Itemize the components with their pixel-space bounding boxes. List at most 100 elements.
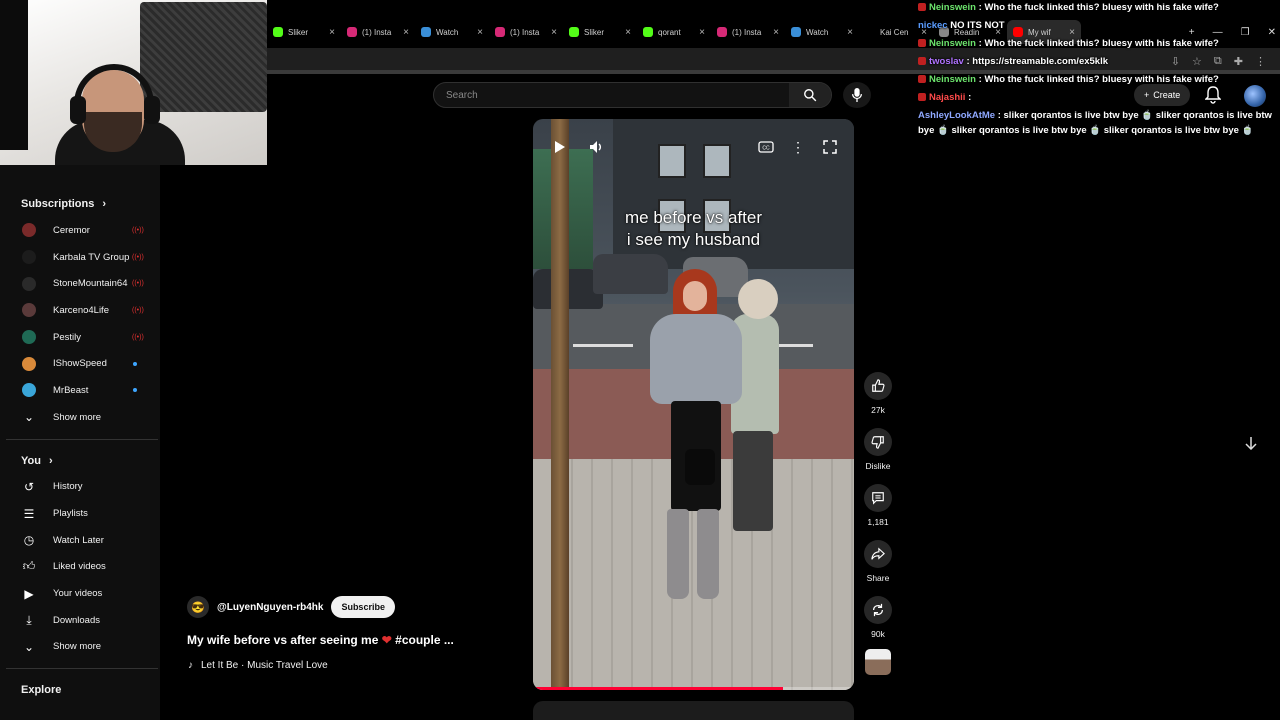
chat-username[interactable]: nickec [918,20,948,31]
chat-message: Najashii : [918,90,1280,105]
sidebar-item-history[interactable]: ↺ History [0,474,160,501]
voice-search-button[interactable] [843,82,871,108]
sidebar-subscription-item[interactable]: Pestily ((•)) [0,324,160,351]
close-tab-icon[interactable]: × [329,27,335,38]
subscribe-button[interactable]: Subscribe [331,596,395,618]
browser-tab-title: Watch [806,27,829,37]
sidebar-subscription-item[interactable]: MrBeast [0,377,160,404]
you-show-more[interactable]: ⌄ Show more [0,634,160,661]
chat-username[interactable]: Neinswein [929,2,976,13]
microphone-icon [851,88,863,102]
chat-username[interactable]: Neinswein [929,38,976,49]
sidebar-item-downloads[interactable]: ⤓ Downloads [0,607,160,634]
play-button[interactable] [547,135,571,159]
sidebar-subscription-item[interactable]: Karceno4Life ((•)) [0,297,160,324]
sidebar-item-label: Your videos [53,588,103,600]
sidebar: Subscriptions › Ceremor ((•)) Karbala TV G… [0,165,160,720]
captions-button[interactable]: CC [754,135,778,159]
sidebar-subscription-item[interactable]: Karbala TV Group ((•)) [0,244,160,271]
new-content-dot-icon [133,361,137,366]
sidebar-subscription-item[interactable]: Ceremor ((•)) [0,217,160,244]
channel-name[interactable]: @LuyenNguyen-rb4hk [217,602,323,613]
sidebar-item-playlists[interactable]: ☰ Playlists [0,500,160,527]
chat-username[interactable]: AshleyLookAtMe [918,110,995,121]
chat-badge-icon [918,57,926,65]
subscription-name: Karceno4Life [53,304,109,316]
volume-button[interactable] [585,135,609,159]
sidebar-item-label: Liked videos [53,561,106,573]
dislike-button[interactable] [864,428,892,456]
subscription-name: Pestily [53,331,81,343]
chat-username[interactable]: twoslav [929,56,964,67]
explore-header[interactable]: Explore [0,677,160,703]
instagram-icon [495,27,505,37]
browser-tab[interactable]: Sliker × [563,20,637,44]
browser-tab-title: (1) Insta [362,27,392,37]
browser-tab[interactable]: (1) Insta × [489,20,563,44]
caption-line-1: me before vs after [624,208,762,227]
chevron-down-icon: ⌄ [23,639,35,654]
search-input[interactable] [434,89,789,101]
chevron-right-icon: › [48,454,53,467]
you-header[interactable]: You › [0,448,160,474]
svg-text:CC: CC [762,146,770,152]
close-tab-icon[interactable]: × [403,27,409,38]
chat-message: AshleyLookAtMe : sliker qorantos is live… [918,108,1280,138]
close-tab-icon[interactable]: × [773,27,779,38]
browser-tab[interactable]: (1) Insta × [341,20,415,44]
shorts-video-player[interactable]: me before vs after i see my husband CC ⋮ [533,119,854,690]
video-progress-bar[interactable] [533,687,854,690]
sidebar-subscription-item[interactable]: StoneMountain64 ((•)) [0,270,160,297]
chat-username[interactable]: Neinswein [929,74,976,85]
close-tab-icon[interactable]: × [551,27,557,38]
more-options-button[interactable]: ⋮ [786,135,810,159]
close-tab-icon[interactable]: × [477,27,483,38]
music-row[interactable]: ♪ Let It Be · Music Travel Love [188,660,328,671]
fullscreen-button[interactable] [818,135,842,159]
video-title-text: My wife before vs after seeing me [187,633,379,647]
video-woman-jacket [650,314,742,404]
share-button[interactable] [864,540,892,568]
shorts-actions: 27k Dislike 1,181 Share 90k [862,372,894,688]
browser-tab[interactable]: Watch × [415,20,489,44]
sidebar-item-label: History [53,481,83,493]
x-icon [865,27,875,37]
next-short-preview[interactable] [533,701,854,720]
video-older-woman-legs [733,431,773,531]
video-title[interactable]: My wife before vs after seeing me ❤ #cou… [187,633,454,647]
chevron-right-icon: › [102,198,107,210]
video-handbag [685,449,715,485]
heart-icon: ❤ [381,633,392,647]
play-icon [555,141,565,153]
browser-tab-title: qorant [658,27,681,37]
subscriptions-header[interactable]: Subscriptions › [0,191,160,217]
close-tab-icon[interactable]: × [625,27,631,38]
channel-avatar[interactable]: 😎 [187,596,209,618]
browser-tab[interactable]: Sliker × [267,20,341,44]
browser-tab[interactable]: (1) Insta × [711,20,785,44]
kick-icon [273,27,283,37]
subscriptions-show-more[interactable]: ⌄ Show more [0,404,160,431]
sidebar-subscription-item[interactable]: IShowSpeed [0,350,160,377]
expand-icon [823,140,837,154]
browser-tab[interactable]: qorant × [637,20,711,44]
like-button[interactable] [864,372,892,400]
kick-icon [569,27,579,37]
sound-thumbnail[interactable] [865,649,891,675]
share-action: Share [862,540,894,583]
comment-icon [872,492,884,505]
search-button[interactable] [789,83,831,107]
close-tab-icon[interactable]: × [699,27,705,38]
sidebar-item-liked-videos[interactable]: 👍︎ Liked videos [0,554,160,581]
remix-button[interactable] [864,596,892,624]
chat-username[interactable]: Najashii [929,92,965,103]
browser-tab[interactable]: Watch × [785,20,859,44]
video-title-hashtag[interactable]: #couple ... [392,633,454,647]
sidebar-item-watch-later[interactable]: ◷ Watch Later [0,527,160,554]
music-note-icon: ♪ [188,660,193,671]
comments-button[interactable] [864,484,892,512]
live-indicator-icon: ((•)) [132,306,144,314]
sidebar-item-your-videos[interactable]: ▶ Your videos [0,580,160,607]
next-video-button[interactable] [1240,432,1262,454]
close-tab-icon[interactable]: × [847,27,853,38]
